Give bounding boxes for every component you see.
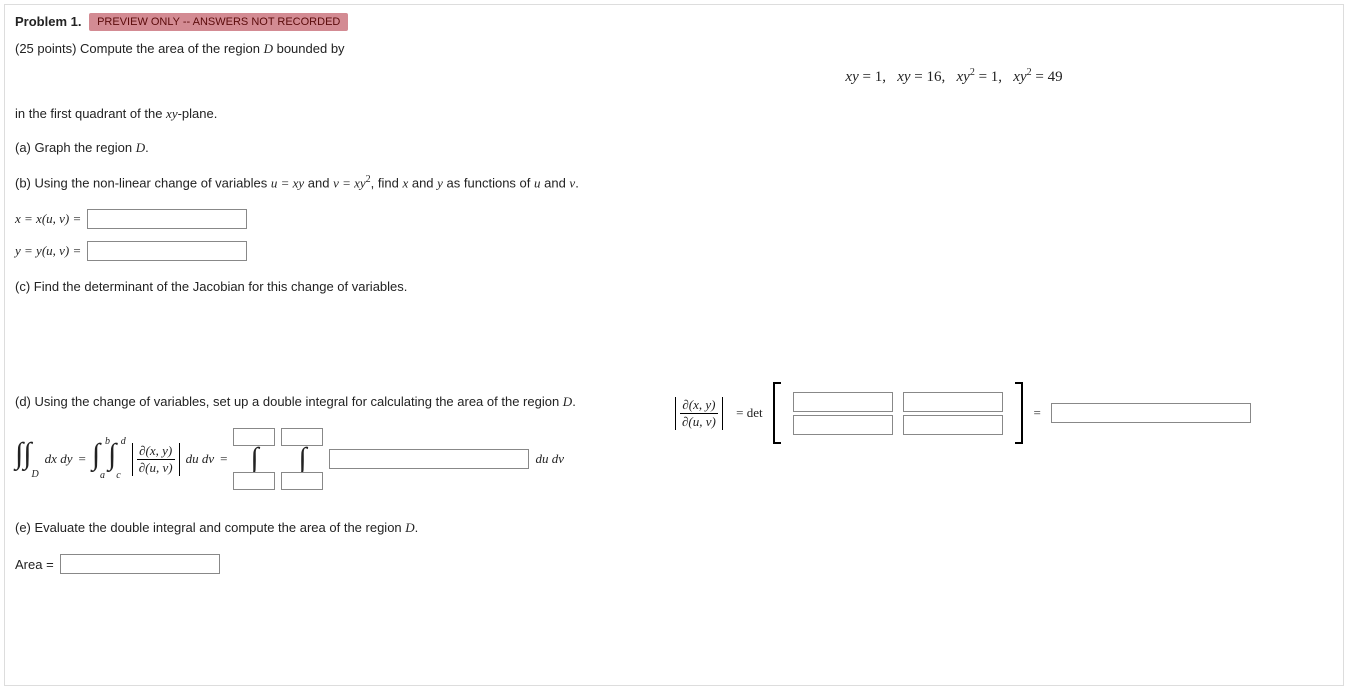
- part-b-and2: and: [408, 175, 437, 190]
- part-b: (b) Using the non-linear change of varia…: [15, 174, 1333, 191]
- problem-label: Problem 1.: [15, 14, 81, 29]
- dudv1: du dv: [186, 451, 215, 467]
- part-b-suffix: , find: [371, 175, 403, 190]
- jac-den2: ∂(u, v): [137, 460, 175, 476]
- double-integral-icon: ∫∫D: [15, 439, 39, 480]
- y-label: y = y(u, v) =: [15, 243, 81, 259]
- int-cd-icon: ∫cd: [108, 437, 126, 481]
- int-d: d: [121, 436, 126, 447]
- matrix: [773, 382, 1024, 444]
- part-b-and3: and: [541, 175, 570, 190]
- part-e: (e) Evaluate the double integral and com…: [15, 520, 1333, 536]
- dxdy: dx dy: [45, 451, 73, 467]
- part-e-text: (e) Evaluate the double integral and com…: [15, 520, 405, 535]
- part-d-var: D: [563, 394, 572, 409]
- inner-lower-input[interactable]: [281, 472, 323, 490]
- part-e-dot: .: [415, 520, 419, 535]
- v-def: v = xy: [333, 175, 366, 190]
- inner-int-limits: ∫: [281, 428, 323, 490]
- matrix-cells: [784, 385, 1012, 442]
- points-line: (25 points) Compute the area of the regi…: [15, 41, 1333, 57]
- quadrant-prefix: in the first quadrant of the: [15, 106, 166, 121]
- part-b-end: as functions of: [443, 175, 534, 190]
- dudv2: du dv: [535, 451, 564, 467]
- x-label: x = x(u, v) =: [15, 211, 81, 227]
- jacobian-result-input[interactable]: [1051, 403, 1251, 423]
- problem-page: Problem 1. PREVIEW ONLY -- ANSWERS NOT R…: [4, 4, 1344, 686]
- right-bracket-icon: [1015, 382, 1023, 444]
- quadrant-suffix: -plane.: [178, 106, 218, 121]
- part-a-dot: .: [145, 140, 149, 155]
- part-b-prefix: (b) Using the non-linear change of varia…: [15, 175, 271, 190]
- part-e-var: D: [405, 520, 414, 535]
- jac-den: ∂(u, v): [680, 414, 718, 430]
- problem-header: Problem 1. PREVIEW ONLY -- ANSWERS NOT R…: [15, 13, 1333, 31]
- part-d-dot: .: [572, 394, 576, 409]
- preview-badge: PREVIEW ONLY -- ANSWERS NOT RECORDED: [89, 13, 348, 31]
- points-text: (25 points) Compute the area of the regi…: [15, 41, 264, 56]
- outer-lower-input[interactable]: [233, 472, 275, 490]
- y-input-row: y = y(u, v) =: [15, 241, 1333, 261]
- outer-int-limits: ∫: [233, 428, 275, 490]
- part-a: (a) Graph the region D.: [15, 140, 1333, 156]
- eq1: =: [78, 451, 85, 467]
- x-input-row: x = x(u, v) =: [15, 209, 1333, 229]
- bounding-equations: xy = 1, xy = 16, xy2 = 1, xy2 = 49: [15, 67, 1333, 86]
- part-d-text: (d) Using the change of variables, set u…: [15, 394, 563, 409]
- jacobian-fraction2-icon: ∂(x, y) ∂(u, v): [132, 443, 180, 476]
- jacobian-fraction-icon: ∂(x, y) ∂(u, v): [675, 397, 723, 430]
- jac-num: ∂(x, y): [680, 397, 718, 414]
- xy-var: xy: [166, 106, 178, 121]
- points-suffix: bounded by: [273, 41, 345, 56]
- int-c: c: [116, 470, 120, 481]
- jac-num2: ∂(x, y): [137, 443, 175, 460]
- matrix-cell-22[interactable]: [903, 415, 1003, 435]
- matrix-cell-21[interactable]: [793, 415, 893, 435]
- equation-text: xy = 1, xy = 16, xy2 = 1, xy2 = 49: [845, 69, 1062, 85]
- eq-sign: =: [1033, 405, 1040, 421]
- part-c-text: (c) Find the determinant of the Jacobian…: [15, 279, 407, 294]
- u-def: u = xy: [271, 175, 304, 190]
- area-label: Area =: [15, 557, 54, 572]
- matrix-cell-12[interactable]: [903, 392, 1003, 412]
- part-c: (c) Find the determinant of the Jacobian…: [15, 279, 1333, 294]
- integral-icon: ∫: [250, 444, 258, 474]
- part-b-and: and: [308, 175, 333, 190]
- part-b-dot: .: [575, 175, 579, 190]
- integrand-input[interactable]: [329, 449, 529, 469]
- eq2: =: [220, 451, 227, 467]
- quadrant-line: in the first quadrant of the xy-plane.: [15, 106, 1333, 122]
- eq-det: = det: [733, 405, 763, 421]
- area-row: Area =: [15, 554, 1333, 574]
- jacobian-row: ∂(x, y) ∂(u, v) = det =: [675, 382, 1251, 444]
- y-input[interactable]: [87, 241, 247, 261]
- x-input[interactable]: [87, 209, 247, 229]
- int-sub-D: D: [31, 469, 38, 480]
- part-a-text: (a) Graph the region: [15, 140, 136, 155]
- integral2-icon: ∫: [298, 444, 306, 474]
- left-bracket-icon: [773, 382, 781, 444]
- region-var: D: [264, 41, 273, 56]
- int-a: a: [100, 470, 105, 481]
- part-a-var: D: [136, 140, 145, 155]
- area-input[interactable]: [60, 554, 220, 574]
- matrix-cell-11[interactable]: [793, 392, 893, 412]
